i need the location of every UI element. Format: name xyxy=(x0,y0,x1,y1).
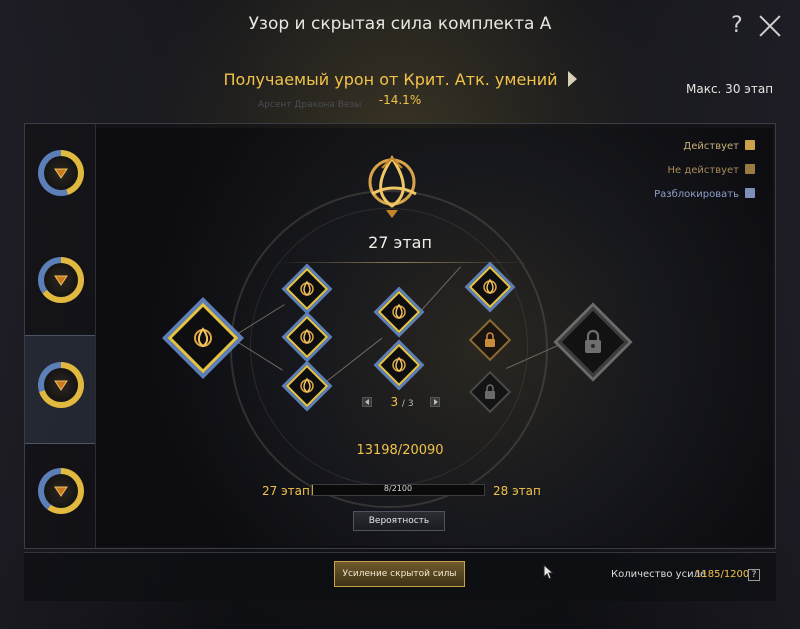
final-locked-node[interactable] xyxy=(557,306,629,378)
progress-ring xyxy=(38,257,84,303)
effect-name: Получаемый урон от Крит. Атк. умений xyxy=(223,70,558,89)
set-triangle-icon xyxy=(54,275,68,286)
locked-node[interactable] xyxy=(468,318,512,362)
effect-value: -14.1% xyxy=(378,93,422,107)
set-triangle-icon xyxy=(54,168,68,179)
sidebar-item-1[interactable] xyxy=(25,124,95,231)
title-bar: Узор и скрытая сила комплекта А ? xyxy=(0,0,800,56)
effect-next-arrow-icon[interactable] xyxy=(567,71,577,87)
stage-progress-bar: 8/2100 xyxy=(311,484,485,496)
triquetra-icon xyxy=(392,356,406,372)
triquetra-icon xyxy=(483,278,497,294)
legend-active: Действует xyxy=(683,140,755,152)
current-stage: 27 этап xyxy=(368,233,432,252)
set-triangle-icon xyxy=(54,486,68,497)
triquetra-icon xyxy=(300,328,314,344)
count-help-icon[interactable]: ? xyxy=(748,569,760,581)
help-icon[interactable]: ? xyxy=(731,13,743,38)
lock-icon xyxy=(485,332,495,347)
upgrade-hidden-power-button[interactable]: Усиление скрытой силы xyxy=(334,561,465,587)
prev-page-button[interactable] xyxy=(362,397,372,407)
legend-swatch xyxy=(745,164,755,174)
legend-label: Разблокировать xyxy=(654,189,739,200)
sidebar-item-3[interactable] xyxy=(25,335,95,444)
max-stage-label: Макс. 30 этап xyxy=(686,82,774,96)
legend-label: Не действует xyxy=(667,165,739,176)
pattern-node[interactable] xyxy=(377,343,421,387)
lock-icon xyxy=(585,329,601,353)
progress-ring xyxy=(38,150,84,196)
progress-ring xyxy=(38,362,84,408)
progress-to-stage: 28 этап xyxy=(493,484,541,498)
triquetra-emblem-icon xyxy=(368,155,417,218)
set-triangle-icon xyxy=(54,380,68,391)
pattern-points: 13198/20090 xyxy=(356,443,444,458)
page-indicator: 3 / 3 xyxy=(376,395,428,409)
progress-from-stage: 27 этап xyxy=(262,484,310,498)
lock-icon xyxy=(485,384,495,399)
progress-text: 8/2100 xyxy=(383,484,413,493)
effect-header: Получаемый урон от Крит. Атк. умений xyxy=(0,70,800,89)
pattern-node[interactable] xyxy=(285,364,329,408)
page-current: 3 xyxy=(390,395,399,409)
triquetra-icon xyxy=(300,280,314,296)
pattern-node[interactable] xyxy=(468,265,512,309)
mouse-cursor-icon xyxy=(543,564,555,580)
locked-node[interactable] xyxy=(468,370,512,414)
page-total: / 3 xyxy=(401,399,414,409)
legend-unlock: Разблокировать xyxy=(654,188,755,200)
pattern-node[interactable] xyxy=(377,290,421,334)
triquetra-icon xyxy=(300,377,314,393)
sidebar-item-4[interactable] xyxy=(25,442,95,549)
upgrade-count-label: Количество усиле xyxy=(611,569,707,580)
pattern-node[interactable] xyxy=(285,315,329,359)
triquetra-icon xyxy=(194,327,212,348)
base-node[interactable] xyxy=(167,302,239,374)
window-title: Узор и скрытая сила комплекта А xyxy=(248,14,552,34)
sidebar xyxy=(25,124,96,548)
legend-label: Действует xyxy=(683,141,739,152)
triquetra-icon xyxy=(392,303,406,319)
legend-swatch xyxy=(745,188,755,198)
progress-ring xyxy=(38,468,84,514)
close-icon[interactable] xyxy=(758,14,782,38)
ghost-set-name: Арсент Дракона Везы xyxy=(258,100,362,110)
legend-swatch xyxy=(745,140,755,150)
page-pager: 3 / 3 xyxy=(362,395,442,409)
upgrade-count-value: 1185/1200 xyxy=(695,569,750,580)
legend-inactive: Не действует xyxy=(667,164,755,176)
pattern-node[interactable] xyxy=(285,267,329,311)
next-page-button[interactable] xyxy=(430,397,440,407)
probability-button[interactable]: Вероятность xyxy=(353,511,445,531)
divider xyxy=(276,262,526,263)
